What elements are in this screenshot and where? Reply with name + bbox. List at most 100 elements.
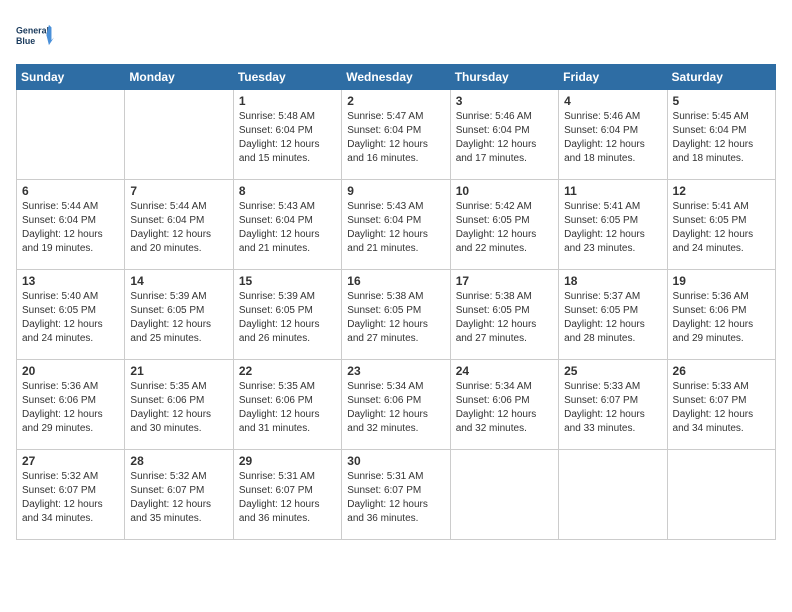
day-number: 28 [130, 454, 227, 468]
day-number: 17 [456, 274, 553, 288]
day-info: Sunrise: 5:41 AM Sunset: 6:05 PM Dayligh… [564, 200, 661, 256]
logo: General Blue [16, 16, 54, 54]
day-number: 26 [673, 364, 770, 378]
day-info: Sunrise: 5:35 AM Sunset: 6:06 PM Dayligh… [239, 380, 336, 436]
day-info: Sunrise: 5:43 AM Sunset: 6:04 PM Dayligh… [239, 200, 336, 256]
page-header: General Blue [16, 16, 776, 54]
day-info: Sunrise: 5:33 AM Sunset: 6:07 PM Dayligh… [673, 380, 770, 436]
day-number: 15 [239, 274, 336, 288]
day-number: 7 [130, 184, 227, 198]
day-info: Sunrise: 5:47 AM Sunset: 6:04 PM Dayligh… [347, 110, 444, 166]
weekday-header-row: SundayMondayTuesdayWednesdayThursdayFrid… [17, 65, 776, 90]
svg-text:Blue: Blue [16, 36, 35, 46]
calendar-cell [17, 90, 125, 180]
weekday-header-saturday: Saturday [667, 65, 775, 90]
day-number: 29 [239, 454, 336, 468]
calendar-cell: 7 Sunrise: 5:44 AM Sunset: 6:04 PM Daylig… [125, 180, 233, 270]
day-number: 4 [564, 94, 661, 108]
calendar-week-row: 6 Sunrise: 5:44 AM Sunset: 6:04 PM Daylig… [17, 180, 776, 270]
calendar-cell [559, 450, 667, 540]
day-info: Sunrise: 5:39 AM Sunset: 6:05 PM Dayligh… [130, 290, 227, 346]
day-number: 13 [22, 274, 119, 288]
weekday-header-wednesday: Wednesday [342, 65, 450, 90]
day-number: 18 [564, 274, 661, 288]
calendar-cell: 15 Sunrise: 5:39 AM Sunset: 6:05 PM Dayli… [233, 270, 341, 360]
calendar-cell: 3 Sunrise: 5:46 AM Sunset: 6:04 PM Daylig… [450, 90, 558, 180]
calendar-cell: 27 Sunrise: 5:32 AM Sunset: 6:07 PM Dayli… [17, 450, 125, 540]
day-info: Sunrise: 5:34 AM Sunset: 6:06 PM Dayligh… [456, 380, 553, 436]
day-info: Sunrise: 5:38 AM Sunset: 6:05 PM Dayligh… [347, 290, 444, 346]
calendar-week-row: 27 Sunrise: 5:32 AM Sunset: 6:07 PM Dayli… [17, 450, 776, 540]
day-info: Sunrise: 5:32 AM Sunset: 6:07 PM Dayligh… [22, 470, 119, 526]
day-info: Sunrise: 5:46 AM Sunset: 6:04 PM Dayligh… [456, 110, 553, 166]
day-info: Sunrise: 5:35 AM Sunset: 6:06 PM Dayligh… [130, 380, 227, 436]
calendar-cell: 16 Sunrise: 5:38 AM Sunset: 6:05 PM Dayli… [342, 270, 450, 360]
calendar-cell: 25 Sunrise: 5:33 AM Sunset: 6:07 PM Dayli… [559, 360, 667, 450]
calendar-cell: 30Sunrise: 5:31 AM Sunset: 6:07 PM Dayli… [342, 450, 450, 540]
calendar-cell: 21 Sunrise: 5:35 AM Sunset: 6:06 PM Dayli… [125, 360, 233, 450]
day-info: Sunrise: 5:43 AM Sunset: 6:04 PM Dayligh… [347, 200, 444, 256]
calendar-cell: 23Sunrise: 5:34 AM Sunset: 6:06 PM Dayli… [342, 360, 450, 450]
calendar-cell: 13 Sunrise: 5:40 AM Sunset: 6:05 PM Dayli… [17, 270, 125, 360]
day-info: Sunrise: 5:37 AM Sunset: 6:05 PM Dayligh… [564, 290, 661, 346]
day-number: 12 [673, 184, 770, 198]
calendar-cell: 12Sunrise: 5:41 AM Sunset: 6:05 PM Dayli… [667, 180, 775, 270]
day-info: Sunrise: 5:36 AM Sunset: 6:06 PM Dayligh… [673, 290, 770, 346]
day-number: 19 [673, 274, 770, 288]
day-number: 27 [22, 454, 119, 468]
calendar-cell: 29Sunrise: 5:31 AM Sunset: 6:07 PM Dayli… [233, 450, 341, 540]
weekday-header-sunday: Sunday [17, 65, 125, 90]
calendar-cell: 11 Sunrise: 5:41 AM Sunset: 6:05 PM Dayli… [559, 180, 667, 270]
day-info: Sunrise: 5:33 AM Sunset: 6:07 PM Dayligh… [564, 380, 661, 436]
day-info: Sunrise: 5:39 AM Sunset: 6:05 PM Dayligh… [239, 290, 336, 346]
day-info: Sunrise: 5:45 AM Sunset: 6:04 PM Dayligh… [673, 110, 770, 166]
calendar-cell: 20Sunrise: 5:36 AM Sunset: 6:06 PM Dayli… [17, 360, 125, 450]
logo-icon: General Blue [16, 16, 54, 54]
day-number: 2 [347, 94, 444, 108]
weekday-header-friday: Friday [559, 65, 667, 90]
calendar-cell: 19 Sunrise: 5:36 AM Sunset: 6:06 PM Dayli… [667, 270, 775, 360]
day-number: 6 [22, 184, 119, 198]
calendar-cell: 9 Sunrise: 5:43 AM Sunset: 6:04 PM Daylig… [342, 180, 450, 270]
day-number: 22 [239, 364, 336, 378]
calendar-cell: 26 Sunrise: 5:33 AM Sunset: 6:07 PM Dayli… [667, 360, 775, 450]
day-number: 5 [673, 94, 770, 108]
calendar-cell: 1 Sunrise: 5:48 AM Sunset: 6:04 PM Daylig… [233, 90, 341, 180]
day-info: Sunrise: 5:46 AM Sunset: 6:04 PM Dayligh… [564, 110, 661, 166]
calendar-cell: 17 Sunrise: 5:38 AM Sunset: 6:05 PM Dayli… [450, 270, 558, 360]
calendar-cell: 10 Sunrise: 5:42 AM Sunset: 6:05 PM Dayli… [450, 180, 558, 270]
calendar-cell: 24Sunrise: 5:34 AM Sunset: 6:06 PM Dayli… [450, 360, 558, 450]
day-number: 25 [564, 364, 661, 378]
day-info: Sunrise: 5:48 AM Sunset: 6:04 PM Dayligh… [239, 110, 336, 166]
calendar-cell: 14 Sunrise: 5:39 AM Sunset: 6:05 PM Dayli… [125, 270, 233, 360]
weekday-header-thursday: Thursday [450, 65, 558, 90]
calendar-cell: 5 Sunrise: 5:45 AM Sunset: 6:04 PM Daylig… [667, 90, 775, 180]
day-number: 1 [239, 94, 336, 108]
calendar-cell: 22 Sunrise: 5:35 AM Sunset: 6:06 PM Dayli… [233, 360, 341, 450]
day-number: 8 [239, 184, 336, 198]
calendar-cell: 6Sunrise: 5:44 AM Sunset: 6:04 PM Daylig… [17, 180, 125, 270]
calendar-week-row: 20Sunrise: 5:36 AM Sunset: 6:06 PM Dayli… [17, 360, 776, 450]
calendar-cell: 8 Sunrise: 5:43 AM Sunset: 6:04 PM Daylig… [233, 180, 341, 270]
day-info: Sunrise: 5:44 AM Sunset: 6:04 PM Dayligh… [130, 200, 227, 256]
calendar-cell [667, 450, 775, 540]
day-number: 23 [347, 364, 444, 378]
weekday-header-tuesday: Tuesday [233, 65, 341, 90]
day-number: 10 [456, 184, 553, 198]
calendar-cell: 28Sunrise: 5:32 AM Sunset: 6:07 PM Dayli… [125, 450, 233, 540]
day-info: Sunrise: 5:31 AM Sunset: 6:07 PM Dayligh… [347, 470, 444, 526]
day-info: Sunrise: 5:42 AM Sunset: 6:05 PM Dayligh… [456, 200, 553, 256]
day-number: 9 [347, 184, 444, 198]
day-number: 3 [456, 94, 553, 108]
calendar-table: SundayMondayTuesdayWednesdayThursdayFrid… [16, 64, 776, 540]
calendar-week-row: 13 Sunrise: 5:40 AM Sunset: 6:05 PM Dayli… [17, 270, 776, 360]
weekday-header-monday: Monday [125, 65, 233, 90]
calendar-cell: 4 Sunrise: 5:46 AM Sunset: 6:04 PM Daylig… [559, 90, 667, 180]
day-number: 16 [347, 274, 444, 288]
day-info: Sunrise: 5:40 AM Sunset: 6:05 PM Dayligh… [22, 290, 119, 346]
day-info: Sunrise: 5:38 AM Sunset: 6:05 PM Dayligh… [456, 290, 553, 346]
day-number: 21 [130, 364, 227, 378]
day-number: 14 [130, 274, 227, 288]
day-number: 11 [564, 184, 661, 198]
calendar-cell [125, 90, 233, 180]
